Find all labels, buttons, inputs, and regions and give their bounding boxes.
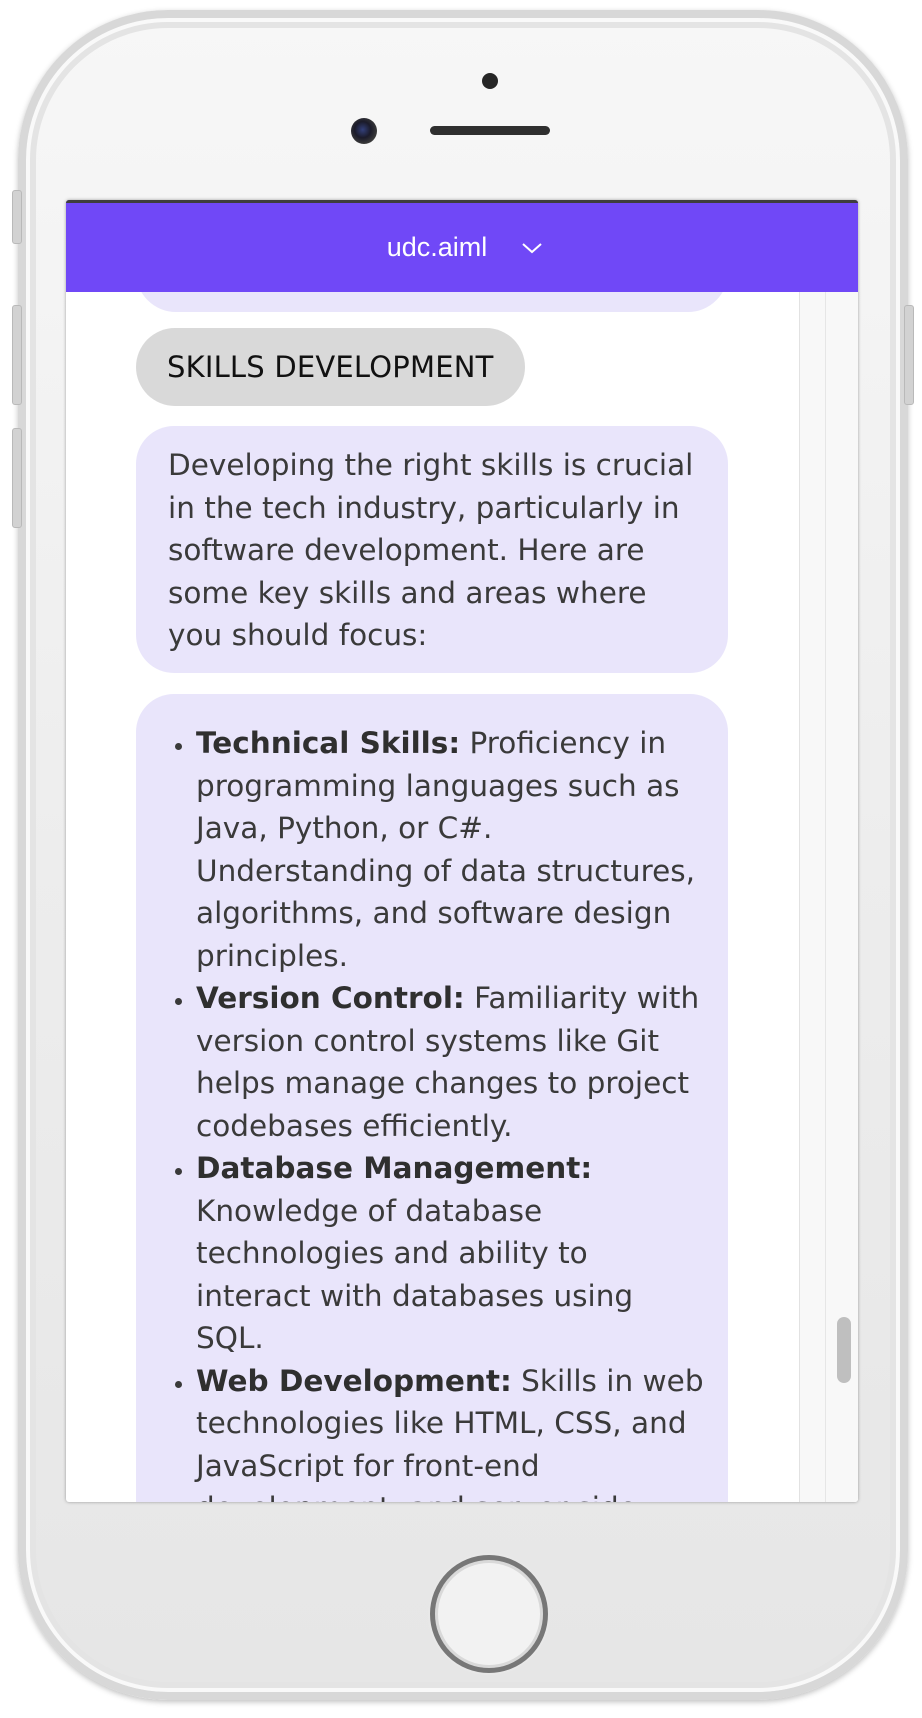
scrollbar-thumb[interactable] [837,1317,851,1383]
power-button [904,305,914,405]
scrollbar-track[interactable] [799,292,858,1502]
list-item: Database Management: Knowledge of databa… [196,1147,708,1360]
list-item-text: Proficiency in programming languages suc… [196,726,695,973]
list-item-title: Version Control: [196,981,465,1015]
previous-message-bubble [136,292,728,312]
mute-switch [12,190,22,244]
earpiece-speaker [430,126,550,135]
bot-intro-text: Developing the right skills is crucial i… [168,448,694,652]
home-button[interactable] [430,1555,548,1673]
user-message-text: SKILLS DEVELOPMENT [167,350,494,384]
proximity-sensor [482,73,498,89]
list-item-title: Database Management: [196,1151,593,1185]
volume-down-button [12,428,22,528]
front-camera [351,118,377,144]
scrollbar-divider [825,292,826,1502]
list-item-title: Web Development: [196,1363,512,1398]
chat-messages[interactable]: SKILLS DEVELOPMENT Developing the right … [66,292,799,1502]
header-title[interactable]: udc.aiml [387,232,488,263]
bot-message-bubble: Developing the right skills is crucial i… [136,426,728,673]
bot-list-bubble: Technical Skills: Proficiency in program… [136,694,728,1502]
list-item: Version Control: Familiarity with versio… [196,977,708,1147]
app-header: udc.aiml [66,200,858,292]
list-item-title: Technical Skills: [196,726,461,760]
list-item: Technical Skills: Proficiency in program… [196,722,708,977]
list-item: Web Development: Skills in web technolog… [196,1360,708,1503]
user-message-bubble: SKILLS DEVELOPMENT [136,328,525,406]
skills-list: Technical Skills: Proficiency in program… [158,722,708,1502]
volume-up-button [12,305,22,405]
app-screen: udc.aiml SKILLS DEVELOPMENT Developing t… [66,200,858,1502]
list-item-text: Knowledge of database technologies and a… [196,1193,634,1356]
chevron-down-icon[interactable] [521,241,543,255]
